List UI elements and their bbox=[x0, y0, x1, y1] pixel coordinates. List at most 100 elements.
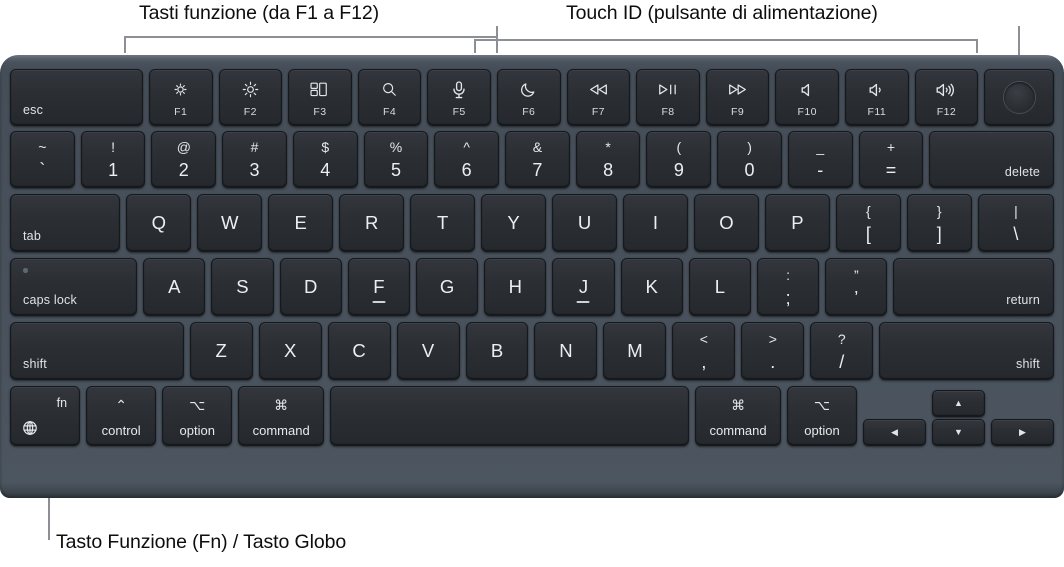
key-k-legend: K bbox=[645, 275, 658, 297]
key-a[interactable]: A bbox=[143, 258, 206, 316]
key-y[interactable]: Y bbox=[481, 194, 547, 252]
key-l[interactable]: L bbox=[688, 258, 751, 316]
key-touch-id-power[interactable] bbox=[984, 69, 1054, 126]
key-w[interactable]: W bbox=[197, 194, 263, 252]
key-space[interactable] bbox=[330, 386, 690, 446]
key-f9-number: F9 bbox=[731, 106, 745, 119]
key-arrow-right[interactable]: ▶ bbox=[991, 419, 1055, 446]
key-shift-right[interactable]: shift bbox=[879, 322, 1054, 380]
key-k[interactable]: K bbox=[620, 258, 683, 316]
key-f1[interactable]: F1 bbox=[148, 69, 213, 126]
volume-up-icon bbox=[936, 81, 956, 98]
key-bracket-left-legend: [ bbox=[865, 223, 871, 244]
key-f7[interactable]: F7 bbox=[566, 69, 631, 126]
key-4[interactable]: $ 4 bbox=[292, 131, 358, 188]
key-minus[interactable]: _ - bbox=[787, 131, 853, 188]
key-caps-lock[interactable]: caps lock bbox=[10, 258, 138, 316]
key-slash[interactable]: ? / bbox=[810, 322, 874, 380]
key-1[interactable]: ! 1 bbox=[80, 131, 146, 188]
keyboard-row-modifiers: fn ⌃ control ⌥ option ⌘ command ⌘ comman… bbox=[10, 386, 1055, 446]
key-p[interactable]: P bbox=[764, 194, 830, 252]
key-backtick[interactable]: ~ ` bbox=[10, 131, 75, 188]
key-i[interactable]: I bbox=[622, 194, 688, 252]
key-f1-number: F1 bbox=[174, 106, 188, 119]
key-t[interactable]: T bbox=[410, 194, 476, 252]
key-f5[interactable]: F5 bbox=[427, 69, 491, 126]
key-f[interactable]: F bbox=[347, 258, 410, 316]
key-f10[interactable]: F10 bbox=[775, 69, 839, 126]
key-v[interactable]: V bbox=[396, 322, 460, 380]
keyboard-row-home: caps lock A S D F G H J K L : ; ” ’ retu… bbox=[10, 258, 1055, 316]
key-command-left[interactable]: ⌘ command bbox=[238, 386, 324, 446]
key-bracket-right[interactable]: } ] bbox=[906, 194, 972, 252]
key-f8[interactable]: F8 bbox=[636, 69, 700, 126]
key-h[interactable]: H bbox=[484, 258, 547, 316]
key-option-left[interactable]: ⌥ option bbox=[162, 386, 233, 446]
key-equals[interactable]: + = bbox=[858, 131, 924, 188]
key-2[interactable]: @ 2 bbox=[151, 131, 217, 188]
key-q[interactable]: Q bbox=[126, 194, 192, 252]
key-equals-legend: = bbox=[885, 160, 897, 180]
key-f6[interactable]: F6 bbox=[496, 69, 561, 126]
key-8[interactable]: * 8 bbox=[575, 131, 641, 188]
key-f4[interactable]: F4 bbox=[357, 69, 422, 126]
key-esc[interactable]: esc bbox=[10, 69, 143, 126]
key-g[interactable]: G bbox=[415, 258, 479, 316]
key-quote[interactable]: ” ’ bbox=[825, 258, 888, 316]
key-f2[interactable]: F2 bbox=[218, 69, 283, 126]
key-option-right[interactable]: ⌥ option bbox=[786, 386, 858, 446]
key-r[interactable]: R bbox=[339, 194, 405, 252]
key-command-right-label: command bbox=[709, 422, 767, 438]
key-backslash[interactable]: | \ bbox=[977, 194, 1055, 252]
key-arrow-left[interactable]: ◀ bbox=[863, 419, 927, 446]
key-delete[interactable]: delete bbox=[929, 131, 1055, 188]
key-j[interactable]: J bbox=[552, 258, 615, 316]
key-control-left[interactable]: ⌃ control bbox=[86, 386, 157, 446]
key-m[interactable]: M bbox=[603, 322, 667, 380]
key-f3[interactable]: F3 bbox=[288, 69, 352, 126]
key-n[interactable]: N bbox=[534, 322, 598, 380]
key-q-legend: Q bbox=[151, 211, 166, 233]
key-d[interactable]: D bbox=[279, 258, 342, 316]
key-semicolon[interactable]: : ; bbox=[757, 258, 820, 316]
key-tab[interactable]: tab bbox=[10, 194, 121, 252]
key-5[interactable]: % 5 bbox=[363, 131, 429, 188]
key-x[interactable]: X bbox=[258, 322, 322, 380]
key-equals-shift-legend: + bbox=[886, 139, 896, 155]
key-o[interactable]: O bbox=[693, 194, 759, 252]
key-o-legend: O bbox=[719, 211, 734, 233]
key-u[interactable]: U bbox=[552, 194, 617, 252]
key-3[interactable]: # 3 bbox=[222, 131, 287, 188]
key-g-legend: G bbox=[439, 275, 455, 297]
key-c-legend: C bbox=[352, 339, 366, 361]
key-return[interactable]: return bbox=[893, 258, 1055, 316]
key-z[interactable]: Z bbox=[189, 322, 253, 380]
key-backtick-legend: ` bbox=[39, 160, 46, 180]
arrow-down-icon: ▼ bbox=[954, 427, 963, 437]
key-f11[interactable]: F11 bbox=[845, 69, 909, 126]
key-arrow-down[interactable]: ▼ bbox=[932, 419, 986, 446]
key-minus-shift-legend: _ bbox=[816, 139, 825, 155]
key-0[interactable]: ) 0 bbox=[717, 131, 782, 188]
key-e[interactable]: E bbox=[268, 194, 334, 252]
command-symbol-icon: ⌘ bbox=[731, 397, 746, 413]
key-7[interactable]: & 7 bbox=[505, 131, 570, 188]
key-period[interactable]: > . bbox=[741, 322, 805, 380]
key-f9[interactable]: F9 bbox=[705, 69, 770, 126]
key-i-legend: I bbox=[652, 211, 659, 233]
key-shift-left[interactable]: shift bbox=[10, 322, 184, 380]
key-f12[interactable]: F12 bbox=[914, 69, 979, 126]
key-comma[interactable]: < , bbox=[672, 322, 736, 380]
control-symbol-icon: ⌃ bbox=[115, 397, 127, 413]
key-f6-number: F6 bbox=[522, 106, 536, 119]
key-9[interactable]: ( 9 bbox=[646, 131, 712, 188]
key-7-shift-legend: & bbox=[532, 139, 543, 155]
key-s[interactable]: S bbox=[211, 258, 274, 316]
key-arrow-up[interactable]: ▲ bbox=[932, 390, 986, 417]
key-6[interactable]: ^ 6 bbox=[434, 131, 500, 188]
key-command-right[interactable]: ⌘ command bbox=[695, 386, 781, 446]
key-b[interactable]: B bbox=[465, 322, 529, 380]
key-fn-globe[interactable]: fn bbox=[10, 386, 81, 446]
key-bracket-left[interactable]: { [ bbox=[835, 194, 901, 252]
key-c[interactable]: C bbox=[327, 322, 391, 380]
